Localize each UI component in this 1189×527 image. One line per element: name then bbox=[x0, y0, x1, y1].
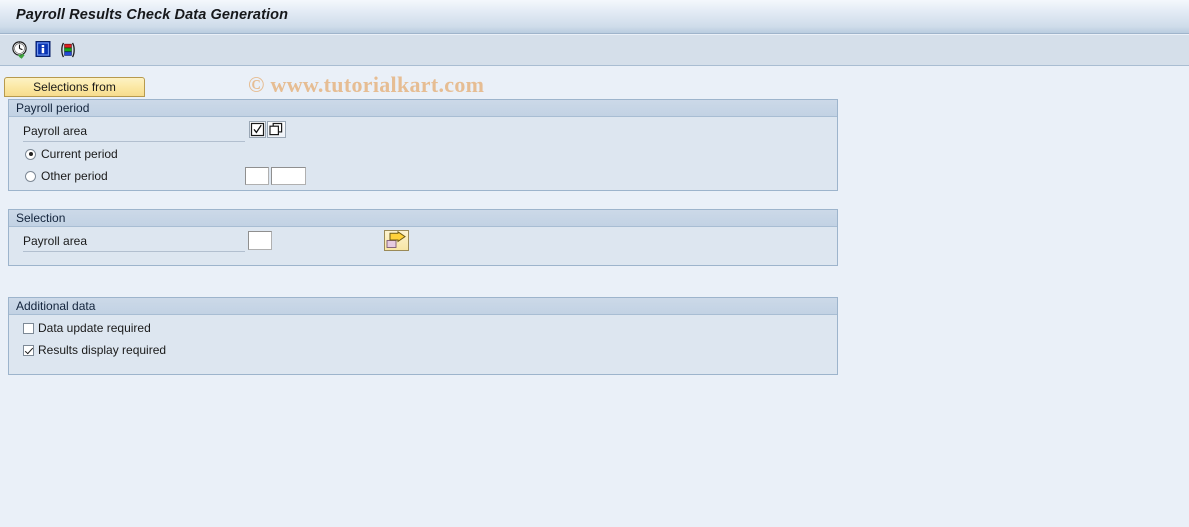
execute-check-button[interactable] bbox=[10, 39, 32, 61]
additional-data-group-body: Data update required Results display req… bbox=[9, 315, 837, 374]
radio-current-period-indicator bbox=[25, 148, 36, 160]
other-period-input-small[interactable] bbox=[245, 167, 269, 185]
payroll-period-field-underline bbox=[23, 141, 245, 142]
checkbox-checked-icon bbox=[250, 122, 265, 137]
selection-group: Selection Payroll area bbox=[8, 209, 838, 266]
checkbox-results-display-required[interactable]: Results display required bbox=[23, 343, 166, 357]
payroll-period-group-header: Payroll period bbox=[9, 100, 837, 117]
payroll-period-group: Payroll period Payroll area Current peri… bbox=[8, 99, 838, 191]
payroll-area-checkbox-button[interactable] bbox=[249, 121, 266, 138]
payroll-period-payroll-area-label: Payroll area bbox=[23, 124, 88, 138]
window-title-bar: Payroll Results Check Data Generation bbox=[0, 0, 1189, 34]
radio-other-period-indicator bbox=[25, 170, 36, 182]
tab-selections-from[interactable]: Selections from bbox=[4, 77, 145, 97]
checkbox-data-update-required-label: Data update required bbox=[38, 321, 151, 335]
info-icon bbox=[35, 41, 51, 57]
additional-data-group-header: Additional data bbox=[9, 298, 837, 315]
payroll-area-multiple-windows-button[interactable] bbox=[267, 121, 286, 138]
variant-button[interactable] bbox=[57, 39, 79, 61]
color-bars-variant-icon bbox=[61, 42, 75, 58]
checkbox-results-display-required-indicator bbox=[23, 344, 34, 356]
application-window: Payroll Results Check Data Generation © … bbox=[0, 0, 1189, 527]
selection-payroll-area-label: Payroll area bbox=[23, 234, 88, 248]
checkbox-data-update-required-indicator bbox=[23, 322, 34, 334]
page-title: Payroll Results Check Data Generation bbox=[16, 7, 289, 23]
radio-current-period[interactable]: Current period bbox=[25, 147, 118, 161]
checkbox-data-update-required[interactable]: Data update required bbox=[23, 321, 151, 335]
yellow-arrow-multiple-selection-icon bbox=[386, 231, 406, 248]
other-period-input-large[interactable] bbox=[271, 167, 306, 185]
information-button[interactable] bbox=[33, 39, 55, 61]
clock-check-icon bbox=[12, 41, 27, 59]
application-toolbar: © www.tutorialkart.com bbox=[0, 35, 1189, 97]
additional-data-group: Additional data Data update required Res… bbox=[8, 297, 838, 375]
payroll-period-group-body: Payroll area Current period Other period bbox=[9, 117, 837, 190]
tab-strip: Selections from bbox=[4, 77, 1185, 99]
multiple-selection-button[interactable] bbox=[384, 230, 409, 251]
radio-current-period-label: Current period bbox=[41, 147, 118, 161]
selection-payroll-area-input[interactable] bbox=[248, 231, 272, 250]
checkbox-results-display-required-label: Results display required bbox=[38, 343, 167, 357]
selection-group-header: Selection bbox=[9, 210, 837, 227]
multiple-windows-icon bbox=[269, 122, 283, 136]
radio-other-period-label: Other period bbox=[41, 169, 108, 183]
selection-group-body: Payroll area bbox=[9, 227, 837, 265]
radio-other-period[interactable]: Other period bbox=[25, 169, 108, 183]
selection-field-underline bbox=[23, 251, 245, 252]
